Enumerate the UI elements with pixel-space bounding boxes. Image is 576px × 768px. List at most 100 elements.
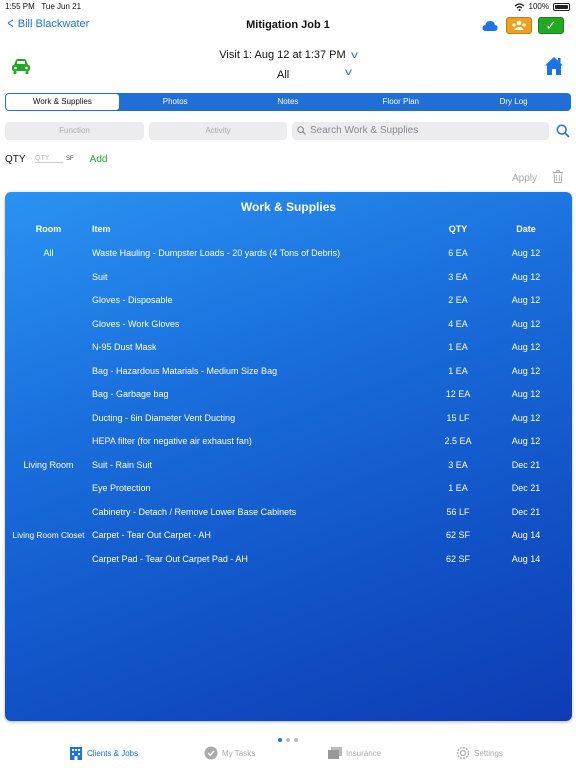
qty-cell: 62 SF (445, 530, 470, 540)
tab-label: Clients & Jobs (87, 748, 139, 758)
panel-title: Work & Supplies (240, 200, 337, 214)
item-cell: Carpet Pad - Tear Out Carpet Pad - AH (92, 554, 248, 564)
gear-icon (456, 746, 470, 760)
column-header-item: Item (92, 224, 111, 234)
people-icon (512, 20, 526, 30)
work-supplies-panel: Work & Supplies Room Item QTY Date All Wa… (5, 192, 572, 721)
tab-label: Settings (474, 748, 503, 758)
trash-icon[interactable] (552, 170, 564, 183)
home-icon[interactable] (544, 56, 564, 76)
item-cell: Ducting - 6in Diameter Vent Ducting (92, 413, 236, 423)
item-cell: Eye Protection (92, 483, 151, 493)
qty-cell: 1 EA (448, 483, 468, 493)
add-button[interactable]: Add (90, 154, 108, 165)
date-cell: Aug 12 (511, 319, 541, 329)
table-row[interactable]: Gloves - Disposable 2 EA Aug 12 (5, 295, 572, 315)
segment-tabs: Work & Supplies Photos Notes Floor Plan … (5, 93, 571, 111)
qty-input[interactable]: QTY (35, 155, 63, 163)
qty-cell: 3 EA (448, 272, 468, 282)
date-cell: Dec 21 (511, 507, 541, 517)
save-checkmark-button[interactable]: ✓ (538, 17, 564, 34)
item-cell: Gloves - Disposable (92, 295, 173, 305)
tab-photos[interactable]: Photos (119, 94, 232, 110)
table-row[interactable]: Living Room Suit - Rain Suit 3 EA Dec 21 (5, 460, 572, 480)
battery-percent: 100% (528, 2, 549, 11)
table-row[interactable]: Eye Protection 1 EA Dec 21 (5, 483, 572, 503)
tab-my-tasks[interactable]: My Tasks (204, 746, 255, 760)
item-cell: Suit - Rain Suit (92, 460, 153, 470)
table-row[interactable]: All Waste Hauling - Dumpster Loads - 20 y… (5, 248, 572, 268)
qty-label: QTY (5, 153, 26, 165)
item-cell: Carpet - Tear Out Carpet - AH (92, 530, 211, 540)
table-row[interactable]: Suit 3 EA Aug 12 (5, 272, 572, 292)
date-cell: Aug 12 (511, 436, 541, 446)
table-row[interactable]: Bag - Hazardous Matarials - Medium Size … (5, 366, 572, 386)
status-bar: 1:55 PM Tue Jun 21 100% (0, 0, 576, 12)
table-row[interactable]: Ducting - 6in Diameter Vent Ducting 15 LF… (5, 413, 572, 433)
table-row[interactable]: Cabinetry - Detach / Remove Lower Base C… (5, 507, 572, 527)
date-cell: Aug 12 (511, 295, 541, 305)
bottom-tab-bar: Clients & Jobs My Tasks Insurance Settin… (0, 743, 576, 765)
checkmark-icon: ✓ (545, 18, 557, 33)
item-cell: Bag - Hazardous Matarials - Medium Size … (92, 366, 278, 376)
item-cell: Gloves - Work Gloves (92, 319, 180, 329)
navigation-bar: < Bill Blackwater Mitigation Job 1 ✓ (0, 14, 576, 38)
tab-insurance[interactable]: Insurance (328, 746, 381, 760)
date-cell: Aug 12 (511, 366, 541, 376)
unit-label: SF (66, 156, 74, 162)
cloud-icon[interactable] (482, 19, 498, 33)
function-dropdown[interactable]: Function (5, 122, 144, 140)
team-button[interactable] (506, 17, 532, 34)
table-row[interactable]: N-95 Dust Mask 1 EA Aug 12 (5, 342, 572, 362)
item-cell: Waste Hauling - Dumpster Loads - 20 yard… (92, 248, 341, 258)
wifi-icon (514, 2, 524, 11)
room-filter-value: All (277, 69, 290, 81)
date-cell: Aug 12 (511, 389, 541, 399)
qty-cell: 1 EA (448, 342, 468, 352)
room-cell: All (43, 248, 54, 258)
item-cell: Bag - Garbage bag (92, 389, 169, 399)
room-cell: Living Room (23, 460, 74, 470)
table-row[interactable]: Bag - Garbage bag 12 EA Aug 12 (5, 389, 572, 409)
qty-cell: 15 LF (446, 413, 470, 423)
qty-cell: 6 EA (448, 248, 468, 258)
table-row[interactable]: Gloves - Work Gloves 4 EA Aug 12 (5, 319, 572, 339)
date-cell: Aug 12 (511, 342, 541, 352)
tab-work-supplies[interactable]: Work & Supplies (6, 94, 119, 110)
apply-button[interactable]: Apply (512, 173, 537, 184)
tab-floor-plan[interactable]: Floor Plan (344, 94, 457, 110)
table-row[interactable]: Carpet Pad - Tear Out Carpet Pad - AH 62 … (5, 554, 572, 574)
table-row[interactable]: HEPA filter (for negative air exhaust fa… (5, 436, 572, 456)
date-cell: Aug 12 (511, 248, 541, 258)
search-input[interactable]: Search Work & Supplies (292, 122, 549, 140)
date-cell: Dec 21 (511, 460, 541, 470)
chevron-down-icon: v (350, 50, 358, 61)
room-cell: Living Room Closet (12, 530, 85, 540)
table-row[interactable]: Living Room Closet Carpet - Tear Out Carp… (5, 530, 572, 550)
date-cell: Aug 14 (511, 554, 541, 564)
date-cell: Aug 14 (511, 530, 541, 540)
page-dot (278, 738, 282, 742)
tab-settings[interactable]: Settings (456, 746, 503, 760)
activity-dropdown[interactable]: Activity (149, 122, 287, 140)
tab-label: Insurance (346, 748, 382, 758)
battery-icon (553, 2, 570, 11)
tab-label: My Tasks (222, 748, 256, 758)
chevron-down-icon: v (345, 67, 352, 78)
search-icon[interactable] (556, 124, 570, 138)
qty-cell: 2 EA (448, 295, 468, 305)
column-header-qty: QTY (448, 224, 468, 234)
tab-dry-log[interactable]: Dry Log (457, 94, 570, 110)
search-icon (297, 126, 306, 135)
item-cell: Suit (92, 272, 108, 282)
tab-notes[interactable]: Notes (232, 94, 345, 110)
stacked-cards-icon (328, 747, 342, 759)
visit-selector[interactable]: Visit 1: Aug 12 at 1:37 PM v (0, 49, 576, 61)
checkmark-circle-icon (204, 746, 218, 760)
quantity-entry-row: QTY QTY SF Add (5, 152, 107, 166)
tab-clients-jobs[interactable]: Clients & Jobs (69, 746, 138, 760)
page-dot (294, 738, 298, 742)
column-header-date: Date (516, 224, 536, 234)
item-cell: HEPA filter (for negative air exhaust fa… (92, 436, 252, 446)
qty-cell: 12 EA (445, 389, 471, 399)
